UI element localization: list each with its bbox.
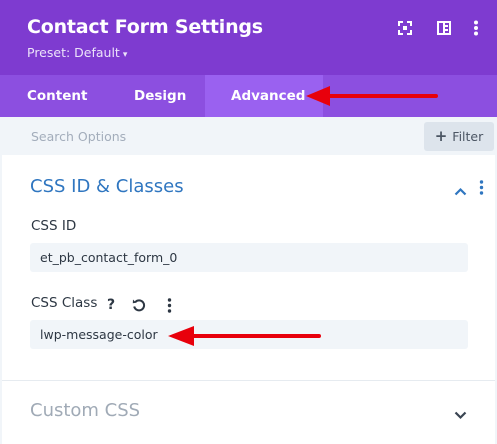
- fullscreen-icon[interactable]: [396, 19, 414, 37]
- tab-content[interactable]: Content: [27, 75, 87, 117]
- more-vertical-icon[interactable]: [467, 19, 485, 37]
- more-vertical-icon[interactable]: [159, 295, 179, 315]
- help-icon[interactable]: ?: [101, 295, 121, 315]
- settings-header: Contact Form Settings Preset: Default ▾: [0, 0, 497, 75]
- section-title-css-id-classes[interactable]: CSS ID & Classes: [30, 176, 184, 197]
- css-id-label: CSS ID: [31, 218, 77, 234]
- section-title-custom-css[interactable]: Custom CSS: [30, 400, 140, 421]
- preset-label: Preset: Default: [27, 45, 120, 60]
- sidebar-layout-icon[interactable]: [435, 19, 453, 37]
- chevron-up-icon[interactable]: [454, 181, 467, 200]
- reset-icon[interactable]: [129, 295, 149, 315]
- search-input[interactable]: [22, 123, 402, 149]
- css-id-field[interactable]: [30, 243, 468, 272]
- caret-down-icon: ▾: [122, 50, 128, 60]
- arrow-to-css-class-field: [168, 326, 321, 346]
- modal-title: Contact Form Settings: [27, 16, 263, 38]
- section-options-icon[interactable]: [479, 180, 484, 199]
- arrow-to-advanced-tab: [306, 86, 438, 106]
- plus-icon: +: [434, 127, 448, 145]
- preset-dropdown[interactable]: Preset: Default ▾: [27, 45, 127, 60]
- filter-label: Filter: [452, 129, 484, 144]
- chevron-down-icon[interactable]: [454, 405, 467, 424]
- search-bar: [0, 117, 497, 155]
- tab-design[interactable]: Design: [134, 75, 186, 117]
- section-divider: [2, 380, 495, 381]
- filter-button[interactable]: + Filter: [424, 122, 494, 151]
- css-class-label: CSS Class: [31, 295, 98, 311]
